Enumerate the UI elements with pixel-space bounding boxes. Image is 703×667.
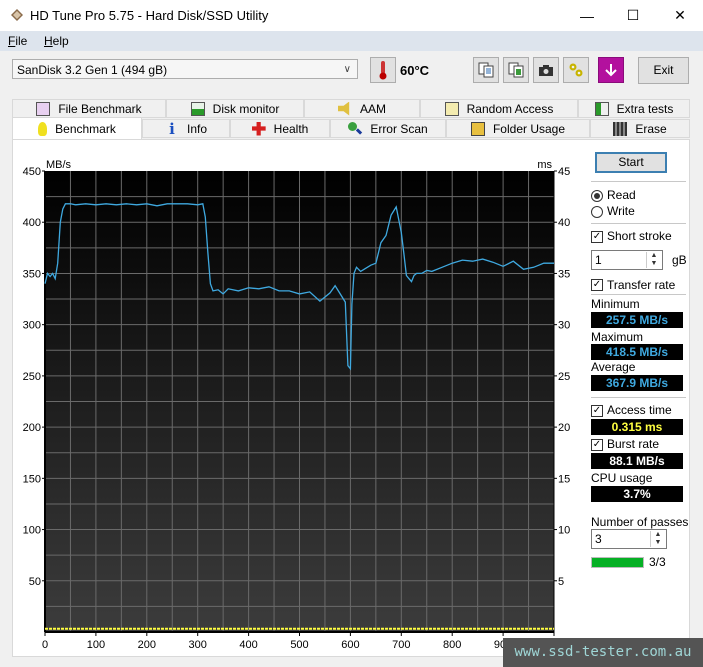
y-tick-label: 50	[29, 576, 41, 588]
passes-label: Number of passes	[591, 515, 689, 529]
short-stroke-unit: gB	[672, 253, 687, 267]
passes-value: 3	[595, 532, 602, 546]
watermark: www.ssd-tester.com.au	[503, 638, 703, 667]
x-tick-label: 600	[341, 639, 359, 651]
x-tick-label: 0	[42, 639, 48, 651]
y2-tick-label: 30	[558, 320, 570, 332]
transfer-rate-checkbox[interactable]: ✓	[591, 279, 603, 291]
passes-spinner[interactable]: 3 ▲ ▼	[591, 529, 667, 549]
burst-rate-checkbox[interactable]: ✓	[591, 439, 603, 451]
y-tick-label: 400	[23, 217, 41, 229]
start-button[interactable]: Start	[595, 152, 667, 173]
y2-tick-label: 20	[558, 422, 570, 434]
save-download-icon	[605, 64, 617, 77]
y2-tick-label: 10	[558, 525, 570, 537]
x-tick-label: 300	[189, 639, 207, 651]
save-button[interactable]	[598, 57, 624, 83]
cpu-usage-label: CPU usage	[591, 471, 653, 485]
tab-extra-tests[interactable]: Extra tests	[578, 99, 690, 118]
y2-tick-label: 40	[558, 217, 570, 229]
short-stroke-checkbox[interactable]: ✓	[591, 231, 603, 243]
y2-tick-label: 15	[558, 473, 570, 485]
maximum-label: Maximum	[591, 330, 644, 344]
transfer-rate-chart: 5010015020025030035040045051015202530354…	[23, 159, 575, 651]
divider	[591, 223, 686, 224]
average-value: 367.9 MB/s	[591, 375, 683, 391]
maximize-button[interactable]: ☐	[610, 0, 656, 31]
burst-rate-label: Burst rate	[607, 437, 660, 451]
y2-tick-label: 45	[558, 166, 570, 178]
y-tick-label: 450	[23, 166, 41, 178]
y-tick-label: 300	[23, 320, 41, 332]
spinner-arrows-icon[interactable]: ▲ ▼	[650, 531, 665, 547]
cpu-usage-value: 3.7%	[591, 486, 683, 502]
divider	[591, 397, 686, 398]
transfer-rate-label: Transfer rate	[607, 278, 676, 292]
trash-icon	[613, 121, 628, 136]
x-tick-label: 800	[443, 639, 461, 651]
y-tick-label: 200	[23, 422, 41, 434]
x-tick-label: 700	[392, 639, 410, 651]
y-tick-label: 150	[23, 473, 41, 485]
y-tick-label: 250	[23, 371, 41, 383]
x-tick-label: 100	[87, 639, 105, 651]
short-stroke-label: Short stroke	[607, 229, 672, 243]
x-tick-label: 500	[290, 639, 308, 651]
y2-tick-label: 35	[558, 268, 570, 280]
tab-erase[interactable]: Erase	[590, 119, 690, 138]
close-icon: ✕	[674, 7, 686, 23]
divider	[591, 181, 686, 182]
access-time-value: 0.315 ms	[591, 419, 683, 435]
passes-progress-text: 3/3	[649, 555, 666, 569]
lightbulb-icon	[38, 121, 48, 136]
y-tick-label: 350	[23, 268, 41, 280]
maximize-icon: ☐	[626, 7, 640, 23]
access-time-checkbox[interactable]: ✓	[591, 405, 603, 417]
spinner-arrows-icon[interactable]: ▲ ▼	[646, 252, 661, 268]
average-label: Average	[591, 360, 636, 374]
write-radio[interactable]	[591, 206, 603, 218]
access-time-label: Access time	[607, 403, 672, 417]
y2-tick-label: 5	[558, 576, 564, 588]
y-tick-label: 100	[23, 525, 41, 537]
y2-tick-label: 25	[558, 371, 570, 383]
read-label: Read	[607, 188, 636, 202]
write-label: Write	[607, 204, 635, 218]
exit-button[interactable]: Exit	[638, 57, 689, 84]
y2-axis-label: ms	[537, 159, 552, 171]
burst-rate-value: 88.1 MB/s	[591, 453, 683, 469]
close-button[interactable]: ✕	[657, 0, 703, 31]
maximum-value: 418.5 MB/s	[591, 344, 683, 360]
y-axis-label: MB/s	[46, 159, 72, 171]
divider	[591, 294, 686, 295]
minimum-label: Minimum	[591, 297, 640, 311]
x-tick-label: 200	[138, 639, 156, 651]
minimum-value: 257.5 MB/s	[591, 312, 683, 328]
short-stroke-spinner[interactable]: 1 ▲ ▼	[591, 250, 663, 270]
short-stroke-value: 1	[595, 253, 602, 267]
tab-benchmark[interactable]: Benchmark	[12, 117, 142, 139]
read-radio[interactable]	[591, 190, 603, 202]
extra-tests-icon	[594, 101, 609, 116]
passes-progress-bar	[591, 557, 644, 568]
x-tick-label: 400	[239, 639, 257, 651]
